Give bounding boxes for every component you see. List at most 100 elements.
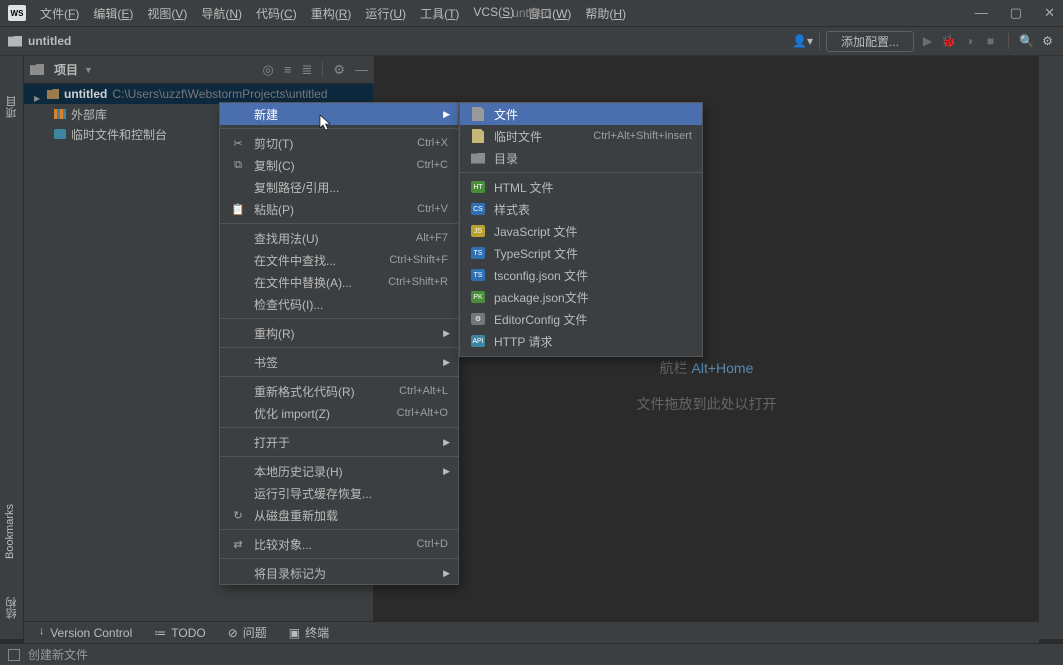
new-menu-item[interactable]: HTHTML 文件: [460, 176, 702, 198]
add-configuration-button[interactable]: 添加配置...: [826, 31, 914, 52]
minimize-button[interactable]: —: [975, 5, 988, 21]
context-menu-item[interactable]: 运行引导式缓存恢复...: [220, 482, 458, 504]
status-message: 创建新文件: [28, 646, 88, 663]
maximize-button[interactable]: ▢: [1010, 5, 1022, 21]
menu-item[interactable]: VCS(S): [473, 5, 514, 22]
new-menu-item[interactable]: JSJavaScript 文件: [460, 220, 702, 242]
menu-item[interactable]: 文件(F): [40, 5, 79, 22]
menu-item-icon: ⚙: [470, 313, 486, 325]
status-bar: 创建新文件: [0, 643, 1063, 665]
context-menu-item[interactable]: 📋粘贴(P)Ctrl+V: [220, 198, 458, 220]
menu-item-icon: JS: [470, 225, 486, 237]
context-menu-item[interactable]: 书签▶: [220, 351, 458, 373]
new-menu-item[interactable]: TSTypeScript 文件: [460, 242, 702, 264]
menu-item[interactable]: 编辑(E): [93, 5, 133, 22]
filetype-icon: API: [471, 335, 485, 347]
menu-item-shortcut: Ctrl+Alt+Shift+Insert: [593, 130, 692, 142]
menu-item[interactable]: 工具(T): [420, 5, 459, 22]
settings-button[interactable]: ⚙: [1040, 34, 1055, 49]
menu-item-label: 复制(C): [254, 157, 417, 174]
new-menu-item[interactable]: 临时文件Ctrl+Alt+Shift+Insert: [460, 125, 702, 147]
context-menu-item[interactable]: ↻从磁盘重新加载: [220, 504, 458, 526]
menu-item[interactable]: 导航(N): [201, 5, 242, 22]
menu-item[interactable]: 运行(U): [365, 5, 406, 22]
tool-window-button[interactable]: ᛍVersion Control: [38, 626, 132, 640]
tool-window-project-tab[interactable]: 项目: [4, 96, 20, 118]
context-menu[interactable]: 新建▶ ✂剪切(T)Ctrl+X ⧉ 复制(C)Ctrl+C 复制路径/引用...📋粘贴…: [219, 102, 459, 585]
context-menu-item[interactable]: 将目录标记为▶: [220, 562, 458, 584]
tree-root[interactable]: untitled C:\Users\uzzf\WebstormProjects\…: [24, 84, 373, 104]
stop-button[interactable]: ■: [983, 34, 998, 49]
user-icon[interactable]: 👤▾: [786, 32, 820, 50]
context-menu-item[interactable]: 在文件中替换(A)...Ctrl+Shift+R: [220, 271, 458, 293]
context-menu-item[interactable]: 打开于▶: [220, 431, 458, 453]
filetype-icon: ⚙: [471, 313, 485, 325]
menu-item-label: 比较对象...: [254, 536, 417, 553]
chevron-right-icon[interactable]: [34, 90, 42, 98]
context-menu-item[interactable]: 重构(R)▶: [220, 322, 458, 344]
new-menu-item[interactable]: APIHTTP 请求: [460, 330, 702, 352]
menu-item-shortcut: Ctrl+C: [417, 159, 448, 171]
menu-item-label: 剪切(T): [254, 135, 417, 152]
new-menu-item[interactable]: TStsconfig.json 文件: [460, 264, 702, 286]
context-menu-item[interactable]: 新建▶: [220, 103, 458, 125]
tree-label: 临时文件和控制台: [71, 126, 167, 143]
menu-item-label: package.json文件: [494, 289, 692, 306]
context-menu-item[interactable]: 检查代码(I)...: [220, 293, 458, 315]
context-menu-item[interactable]: 在文件中查找...Ctrl+Shift+F: [220, 249, 458, 271]
hide-tool-icon[interactable]: —: [355, 62, 368, 78]
menu-item-icon: ⧉: [230, 159, 246, 172]
new-menu-item[interactable]: 目录: [460, 147, 702, 169]
expand-all-icon[interactable]: ≡: [284, 62, 292, 78]
menu-item-label: 在文件中查找...: [254, 252, 389, 269]
context-menu-item[interactable]: 查找用法(U)Alt+F7: [220, 227, 458, 249]
project-icon: [30, 64, 44, 75]
tool-window-structure-tab[interactable]: 结构: [4, 597, 20, 619]
tool-window-toggle-icon[interactable]: [8, 649, 20, 661]
menu-item-label: 优化 import(Z): [254, 405, 397, 422]
new-menu-item[interactable]: 文件: [460, 103, 702, 125]
context-menu-item[interactable]: ✂剪切(T)Ctrl+X: [220, 132, 458, 154]
context-menu-item[interactable]: 本地历史记录(H)▶: [220, 460, 458, 482]
menu-item-label: tsconfig.json 文件: [494, 267, 692, 284]
menu-separator: [220, 223, 458, 224]
menu-item-label: 本地历史记录(H): [254, 463, 448, 480]
new-menu-item[interactable]: PK package.json文件: [460, 286, 702, 308]
tool-window-button[interactable]: ▣终端: [289, 624, 329, 641]
project-view-chevron-icon[interactable]: ▼: [84, 65, 93, 75]
context-menu-item[interactable]: ⧉ 复制(C)Ctrl+C: [220, 154, 458, 176]
collapse-all-icon[interactable]: ≣: [301, 62, 312, 78]
coverage-button[interactable]: ◑: [962, 34, 977, 49]
run-button[interactable]: ▶: [920, 34, 935, 49]
menu-item[interactable]: 代码(C): [256, 5, 297, 22]
tool-window-button[interactable]: ⊘问题: [228, 624, 267, 641]
menu-item-shortcut: Ctrl+D: [417, 538, 448, 550]
debug-button[interactable]: 🐞: [941, 34, 956, 49]
tool-window-button[interactable]: ≔TODO: [154, 626, 205, 640]
new-menu-item[interactable]: CS样式表: [460, 198, 702, 220]
menu-item[interactable]: 帮助(H): [585, 5, 626, 22]
context-menu-item[interactable]: 优化 import(Z)Ctrl+Alt+O: [220, 402, 458, 424]
menu-item-label: 将目录标记为: [254, 565, 448, 582]
menu-item-icon: [470, 107, 486, 121]
menu-item-shortcut: Ctrl+Alt+O: [397, 407, 448, 419]
close-button[interactable]: ✕: [1044, 5, 1055, 21]
locate-icon[interactable]: ◎: [263, 62, 274, 78]
context-menu-item[interactable]: 复制路径/引用...: [220, 176, 458, 198]
project-tool-title[interactable]: 项目: [54, 61, 78, 78]
breadcrumb[interactable]: untitled: [28, 34, 71, 48]
context-menu-item[interactable]: ⇄比较对象...Ctrl+D: [220, 533, 458, 555]
new-submenu[interactable]: 文件临时文件Ctrl+Alt+Shift+Insert 目录 HTHTML 文件CS…: [459, 102, 703, 357]
tool-window-bookmarks-tab[interactable]: Bookmarks: [4, 504, 16, 559]
tool-settings-icon[interactable]: ⚙: [333, 62, 345, 78]
menu-item-label: 样式表: [494, 201, 692, 218]
search-everywhere-button[interactable]: 🔍: [1019, 34, 1034, 49]
menu-item-label: 目录: [494, 150, 692, 167]
filetype-icon: PK: [471, 291, 485, 303]
context-menu-item[interactable]: 重新格式化代码(R)Ctrl+Alt+L: [220, 380, 458, 402]
menu-item-icon: HT: [470, 181, 486, 193]
app-logo: WS: [8, 5, 26, 21]
new-menu-item[interactable]: ⚙EditorConfig 文件: [460, 308, 702, 330]
menu-item[interactable]: 视图(V): [147, 5, 187, 22]
menu-item[interactable]: 重构(R): [311, 5, 352, 22]
